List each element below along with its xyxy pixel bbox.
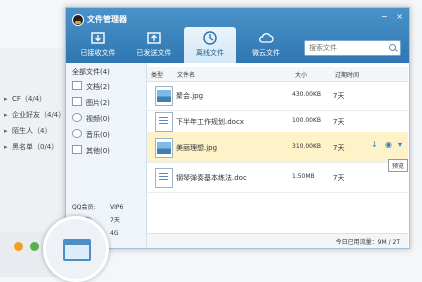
traffic-usage: 今日已用流量：9M / 2T: [335, 239, 400, 246]
search-input[interactable]: [309, 42, 383, 54]
minimize-icon[interactable]: −: [381, 12, 388, 21]
status-bar: 今日已用流量：9M / 2T: [147, 233, 408, 248]
table-row-selected[interactable]: 美丽理想.jpg 310.00KB 7天 ↓ ◉ ▾: [147, 132, 408, 163]
document-file-icon: [155, 168, 173, 188]
header-expire[interactable]: 过期时间: [335, 70, 359, 79]
search-icon[interactable]: [389, 44, 396, 51]
contact-group-blacklist[interactable]: ▸ 黑名单（0/4）: [4, 140, 58, 154]
tab-offline[interactable]: 离线文件: [184, 27, 236, 63]
header-name[interactable]: 文件名: [177, 70, 195, 79]
file-manager-launcher-highlight[interactable]: [43, 216, 109, 282]
contact-group-strangers[interactable]: ▸ 陌生人（4）: [4, 124, 51, 138]
window-title: 文件管理器: [87, 15, 127, 24]
window-controls: − ×: [375, 12, 403, 21]
sidebar-item-music[interactable]: 音乐(0): [72, 128, 142, 142]
inbox-icon: [91, 32, 105, 44]
more-dropdown-icon[interactable]: ▾: [398, 140, 402, 149]
row-actions: ↓ ◉ ▾: [371, 140, 411, 152]
outbox-icon: [147, 32, 161, 44]
search-box: [304, 40, 401, 56]
qq-icon[interactable]: [14, 242, 23, 251]
image-file-icon: [155, 86, 173, 106]
tab-received[interactable]: 已接收文件: [72, 27, 124, 63]
close-icon[interactable]: ×: [396, 12, 403, 21]
other-icon: [72, 145, 82, 154]
contact-group-cf[interactable]: ▸ CF（4/4）: [4, 92, 46, 106]
image-icon: [72, 97, 82, 106]
document-file-icon: [155, 112, 173, 132]
tab-sent[interactable]: 已发送文件: [128, 27, 180, 63]
preview-tooltip: 预览: [388, 159, 409, 172]
sidebar-item-videos[interactable]: 视频(0): [72, 112, 142, 126]
video-icon: [72, 113, 82, 122]
table-row[interactable]: 钢琴弹奏基本练法.doc 1.50MB 7天: [147, 162, 408, 193]
download-icon[interactable]: ↓: [371, 140, 378, 149]
document-icon: [72, 81, 82, 90]
member-level: QQ会员: VIP6: [72, 204, 124, 211]
image-file-icon: [155, 138, 173, 158]
music-icon: [72, 129, 82, 138]
cloud-icon: [259, 33, 274, 43]
offline-file-icon: [203, 31, 217, 45]
header-size[interactable]: 大小: [295, 70, 307, 79]
tab-weiyun[interactable]: 微云文件: [240, 27, 292, 63]
window-header: 文件管理器 − × 已接收文件 已发送文件 离线文件 微云文件: [66, 8, 409, 63]
sidebar-item-documents[interactable]: 文档(2): [72, 80, 142, 94]
preview-eye-icon[interactable]: ◉: [385, 140, 392, 149]
sidebar-item-other[interactable]: 其他(0): [72, 144, 142, 158]
sidebar-item-all[interactable]: 全部文件(4): [72, 67, 110, 77]
contact-group-enterprise[interactable]: ▸ 企业好友（4/4）: [4, 108, 65, 122]
qq-logo-icon: [72, 14, 84, 26]
app-icon[interactable]: [30, 242, 39, 251]
sidebar-item-images[interactable]: 图片(2): [72, 96, 142, 110]
header-type[interactable]: 类型: [151, 70, 163, 79]
file-manager-icon: [63, 239, 91, 261]
